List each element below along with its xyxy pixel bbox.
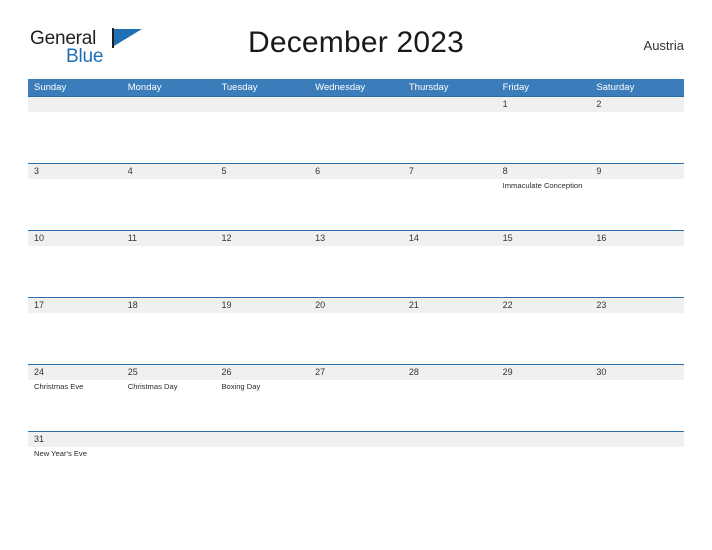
day-cell[interactable] (309, 432, 403, 473)
day-number: 1 (502, 99, 508, 109)
day-cell[interactable]: 25 Christmas Day (122, 365, 216, 431)
week-row: 17 18 19 20 21 22 23 (28, 297, 684, 364)
day-number: 5 (221, 166, 227, 176)
day-cell[interactable] (403, 432, 497, 473)
day-cell[interactable]: 11 (122, 231, 216, 297)
day-cell[interactable]: 26 Boxing Day (215, 365, 309, 431)
day-cell[interactable]: 3 (28, 164, 122, 230)
day-cell[interactable]: 5 (215, 164, 309, 230)
day-cell[interactable] (215, 432, 309, 473)
day-cell[interactable] (215, 97, 309, 163)
dow-wednesday: Wednesday (315, 82, 366, 93)
dow-monday: Monday (127, 82, 162, 93)
day-number: 11 (127, 233, 138, 243)
page-title: December 2023 (247, 26, 465, 59)
day-event: Boxing Day (221, 382, 261, 391)
day-number: 29 (502, 367, 513, 377)
day-number: 4 (127, 166, 133, 176)
calendar-grid: Sunday Monday Tuesday Wednesday Thursday… (28, 79, 684, 473)
day-cell[interactable]: 24 Christmas Eve (28, 365, 122, 431)
day-number: 8 (502, 166, 508, 176)
day-cell[interactable] (309, 97, 403, 163)
week-row: 24 Christmas Eve 25 Christmas Day 26 Boxing… (28, 364, 684, 431)
day-cell[interactable]: 10 (28, 231, 122, 297)
day-cell[interactable]: 15 (497, 231, 591, 297)
week-row: 3 4 5 6 7 8 Immaculate Conception 9 (28, 163, 684, 230)
day-cell[interactable] (590, 432, 684, 473)
day-number: 9 (596, 166, 602, 176)
day-event: Immaculate Conception (502, 181, 583, 190)
day-number: 24 (34, 367, 45, 377)
day-cell[interactable]: 30 (590, 365, 684, 431)
week-row: 10 11 12 13 14 15 16 (28, 230, 684, 297)
day-cell[interactable]: 17 (28, 298, 122, 364)
dow-friday: Friday (502, 82, 529, 93)
day-cell[interactable]: 2 (590, 97, 684, 163)
day-number: 23 (596, 300, 607, 310)
day-cell[interactable] (122, 97, 216, 163)
day-cell[interactable] (497, 432, 591, 473)
day-cell[interactable]: 12 (215, 231, 309, 297)
day-number: 22 (502, 300, 513, 310)
day-number: 25 (127, 367, 138, 377)
dow-tuesday: Tuesday (221, 82, 258, 93)
day-number: 12 (221, 233, 232, 243)
day-number: 17 (34, 300, 45, 310)
day-cell[interactable]: 22 (497, 298, 591, 364)
day-number: 16 (596, 233, 607, 243)
day-number: 2 (596, 99, 602, 109)
day-number: 31 (34, 434, 45, 444)
day-cell[interactable]: 14 (403, 231, 497, 297)
day-cell[interactable]: 28 (403, 365, 497, 431)
locale-label: Austria (643, 38, 684, 53)
day-number: 6 (315, 166, 321, 176)
day-cell[interactable]: 21 (403, 298, 497, 364)
day-number: 7 (408, 166, 414, 176)
day-cell[interactable]: 1 (497, 97, 591, 163)
day-cell[interactable]: 29 (497, 365, 591, 431)
day-of-week-header-row: Sunday Monday Tuesday Wednesday Thursday… (28, 79, 684, 96)
day-cell[interactable]: 19 (215, 298, 309, 364)
day-cell[interactable]: 9 (590, 164, 684, 230)
day-cell[interactable]: 7 (403, 164, 497, 230)
day-cell[interactable]: 16 (590, 231, 684, 297)
day-number: 26 (221, 367, 232, 377)
day-cell[interactable]: 18 (122, 298, 216, 364)
week-row: 31 New Year's Eve (28, 431, 684, 473)
day-cell[interactable] (403, 97, 497, 163)
day-event: Christmas Day (127, 382, 178, 391)
day-number: 18 (127, 300, 138, 310)
day-cell[interactable]: 31 New Year's Eve (28, 432, 122, 473)
page-header: General Blue December 2023 Austria (28, 26, 684, 74)
day-number: 28 (408, 367, 419, 377)
day-number: 20 (315, 300, 326, 310)
day-number: 30 (596, 367, 607, 377)
day-cell[interactable] (28, 97, 122, 163)
day-cell[interactable] (122, 432, 216, 473)
day-event: Christmas Eve (34, 382, 84, 391)
day-cell[interactable]: 6 (309, 164, 403, 230)
day-number: 15 (502, 233, 513, 243)
day-cell[interactable]: 20 (309, 298, 403, 364)
day-number: 10 (34, 233, 45, 243)
day-cell[interactable]: 27 (309, 365, 403, 431)
day-event: New Year's Eve (34, 449, 87, 458)
day-number: 13 (315, 233, 326, 243)
dow-sunday: Sunday (34, 82, 67, 93)
day-number: 21 (408, 300, 419, 310)
dow-thursday: Thursday (408, 82, 449, 93)
day-number: 14 (408, 233, 419, 243)
calendar-page: General Blue December 2023 Austria Sunda… (0, 0, 712, 550)
day-cell[interactable]: 23 (590, 298, 684, 364)
day-number: 3 (34, 166, 40, 176)
day-cell[interactable]: 13 (309, 231, 403, 297)
day-cell[interactable]: 8 Immaculate Conception (497, 164, 591, 230)
week-row: 1 2 (28, 96, 684, 163)
day-number: 27 (315, 367, 326, 377)
day-number: 19 (221, 300, 232, 310)
dow-saturday: Saturday (596, 82, 635, 93)
day-cell[interactable]: 4 (122, 164, 216, 230)
